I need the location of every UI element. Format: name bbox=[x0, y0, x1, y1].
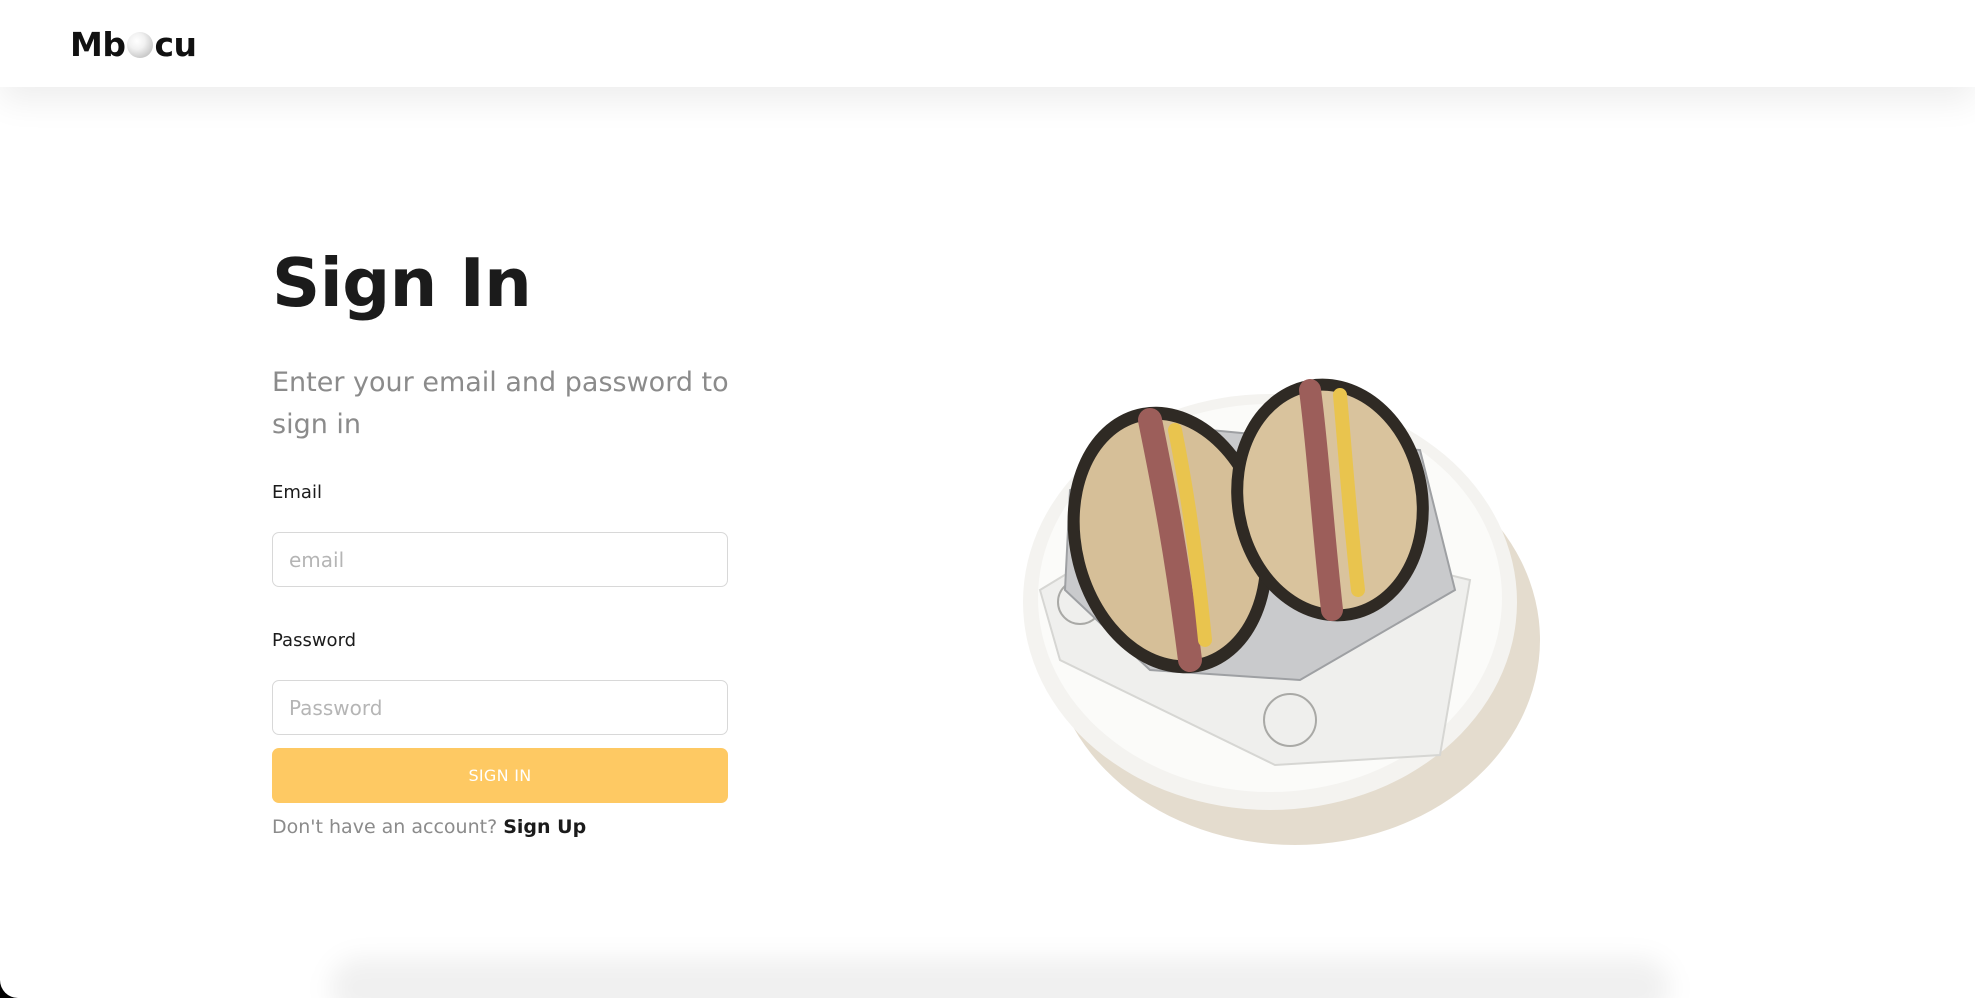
top-navbar: Mb cu bbox=[0, 0, 1975, 87]
page-subtitle: Enter your email and password to sign in bbox=[272, 367, 729, 440]
password-input[interactable] bbox=[272, 680, 728, 735]
bagel-sandwich-illustration bbox=[1023, 378, 1540, 845]
signup-prompt: Don't have an account? Sign Up bbox=[272, 816, 586, 838]
brand-logo[interactable]: Mb cu bbox=[70, 24, 197, 64]
sign-up-link[interactable]: Sign Up bbox=[503, 816, 586, 838]
email-input[interactable] bbox=[272, 532, 728, 587]
no-account-text: Don't have an account? bbox=[272, 816, 498, 838]
page: Mb cu Sign In Enter your email and passw… bbox=[0, 0, 1975, 998]
bottom-section-shadow bbox=[330, 958, 1670, 998]
email-label: Email bbox=[272, 482, 322, 503]
logo-ball-icon bbox=[127, 32, 154, 58]
page-title: Sign In bbox=[272, 244, 532, 322]
sign-in-button[interactable]: SIGN IN bbox=[272, 748, 728, 803]
logo-text-end: cu bbox=[154, 24, 197, 64]
logo-text-start: Mb bbox=[70, 24, 126, 64]
password-label: Password bbox=[272, 630, 357, 651]
